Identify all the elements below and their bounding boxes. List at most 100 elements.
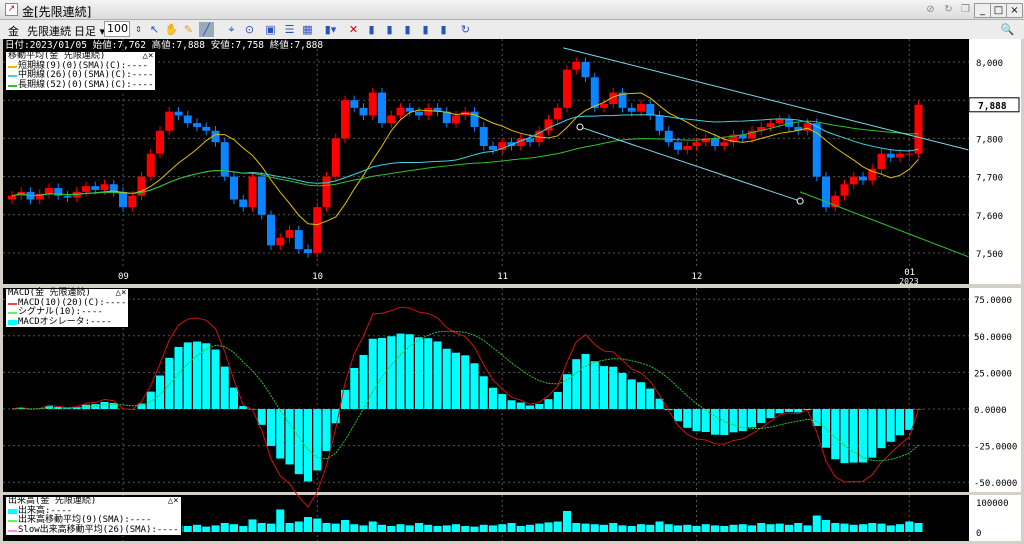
candle-body xyxy=(775,119,784,124)
volume-bar xyxy=(387,526,396,532)
volume-bar xyxy=(572,523,581,532)
indicator-5-icon[interactable]: ▮ xyxy=(436,22,451,37)
macd-osc-bar xyxy=(322,409,331,452)
candle-body xyxy=(637,104,645,112)
candle-body xyxy=(165,111,174,131)
candle-body xyxy=(720,142,729,147)
volume-bar xyxy=(378,524,386,532)
date-tick-label: 11 xyxy=(497,272,508,282)
macd-osc-bar xyxy=(868,409,877,458)
hand-tool-icon[interactable]: ✋ xyxy=(164,22,179,37)
macd-osc-bar xyxy=(683,409,692,428)
date-tick-year: 2023 xyxy=(899,277,918,286)
volume-bar xyxy=(803,525,812,532)
chart-settings-icon[interactable]: ▣ xyxy=(263,22,278,37)
volume-bar xyxy=(914,523,923,532)
line-tool-icon[interactable]: ╱ xyxy=(199,22,214,37)
candle-body xyxy=(100,184,109,190)
volume-bar xyxy=(683,524,692,532)
close-legend-icon[interactable]: △× xyxy=(168,496,179,507)
volume-bar xyxy=(479,524,488,532)
crosshair-icon[interactable]: ⌖ xyxy=(224,22,239,37)
price-axis xyxy=(969,39,1021,284)
macd-osc-bar xyxy=(526,405,534,409)
candle-body xyxy=(304,249,312,253)
volume-bar xyxy=(905,521,914,532)
period-dropdown[interactable]: 日足 ▾ xyxy=(74,23,105,39)
candle-body xyxy=(322,176,331,208)
delete-indicator-icon[interactable]: ✕ xyxy=(346,22,361,37)
candle-body xyxy=(905,153,914,155)
close-button[interactable]: × xyxy=(1006,3,1023,18)
count-spinner[interactable]: ⇕ xyxy=(131,22,146,37)
candle-body xyxy=(877,153,886,169)
count-input[interactable]: 100 xyxy=(104,21,130,37)
indicator-1-icon[interactable]: ▮ xyxy=(364,22,379,37)
commodity-button[interactable]: 金 xyxy=(8,23,19,39)
candle-body xyxy=(341,100,349,139)
current-price-label: 7,888 xyxy=(978,101,1007,112)
volume-bar xyxy=(609,523,618,532)
minimize-button[interactable]: _ xyxy=(974,3,991,18)
indicator-menu-icon[interactable]: ▮▾ xyxy=(323,22,338,37)
macd-osc-bar xyxy=(516,402,525,409)
volume-bar xyxy=(396,524,405,532)
candle-body xyxy=(331,138,340,177)
date-tick-label: 12 xyxy=(692,272,703,282)
volume-bar xyxy=(211,525,220,532)
macd-osc-bar xyxy=(405,334,414,409)
volume-bar xyxy=(785,524,793,532)
candle-body xyxy=(294,230,303,250)
trendline-handle xyxy=(796,197,804,205)
maximize-button[interactable]: □ xyxy=(990,3,1007,18)
indicator-2-icon[interactable]: ▮ xyxy=(382,22,397,37)
macd-osc-bar xyxy=(91,404,100,409)
search-settings-icon[interactable]: 🔍 xyxy=(1000,22,1015,37)
candle-body xyxy=(590,77,599,108)
volume-bar xyxy=(359,525,368,532)
volume-bar xyxy=(461,526,470,532)
chart-area[interactable]: 日付:2023/01/05 始値:7,762 高値:7,888 安値:7,758… xyxy=(0,39,1024,544)
volume-bar xyxy=(701,524,710,532)
grid-icon[interactable]: ▦ xyxy=(300,22,315,37)
volume-bar xyxy=(331,523,340,532)
candle-body xyxy=(442,111,451,124)
volume-bar xyxy=(424,524,433,532)
candle-body xyxy=(683,146,692,150)
pin-icon[interactable]: ⊘ xyxy=(922,3,939,18)
candle-body xyxy=(202,126,211,131)
candle-body xyxy=(692,142,701,147)
indicator-3-icon[interactable]: ▮ xyxy=(400,22,415,37)
grid-h-icon[interactable]: ☰ xyxy=(282,22,297,37)
volume-bar xyxy=(553,521,562,532)
macd-osc-bar xyxy=(193,341,201,409)
indicator-4-icon[interactable]: ▮ xyxy=(418,22,433,37)
restore-child-icon[interactable]: ❐ xyxy=(957,3,974,18)
macd-osc-bar xyxy=(609,366,618,409)
macd-osc-bar xyxy=(859,409,867,463)
refresh-icon[interactable]: ↻ xyxy=(940,3,957,18)
candle-body xyxy=(868,168,877,181)
volume-legend: 出来高(金 先限連続) △× 出来高:---- 出来高移動平均(9)(SMA):-… xyxy=(5,496,182,536)
osc-label: MACDオシレータ:---- xyxy=(18,316,112,327)
pencil-tool-icon[interactable]: ✎ xyxy=(181,22,196,37)
candle-body xyxy=(285,230,294,238)
volume-bar xyxy=(738,524,747,532)
pointer-tool-icon[interactable]: ↖ xyxy=(147,22,162,37)
contract-button[interactable]: 先限連続 xyxy=(27,23,71,39)
macd-osc-bar xyxy=(757,409,766,423)
macd-osc-bar xyxy=(350,367,359,409)
volume-bar xyxy=(646,524,655,532)
price-tick-label: 8,000 xyxy=(976,59,1003,69)
volume-bar xyxy=(248,519,257,532)
reload-icon[interactable]: ↻ xyxy=(458,22,473,37)
volume-bar xyxy=(563,511,571,532)
chart-app-icon: ↗ xyxy=(5,3,18,16)
volume-bar xyxy=(849,524,858,532)
volume-bar xyxy=(507,523,516,532)
vol-ma-label: 出来高移動平均(9)(SMA):---- xyxy=(18,515,152,525)
circle-up-icon[interactable]: ⊙ xyxy=(242,22,257,37)
signal-label: シグナル(10):---- xyxy=(18,307,103,317)
macd-tick-label: 50.0000 xyxy=(974,333,1012,343)
candle-body xyxy=(424,107,433,116)
